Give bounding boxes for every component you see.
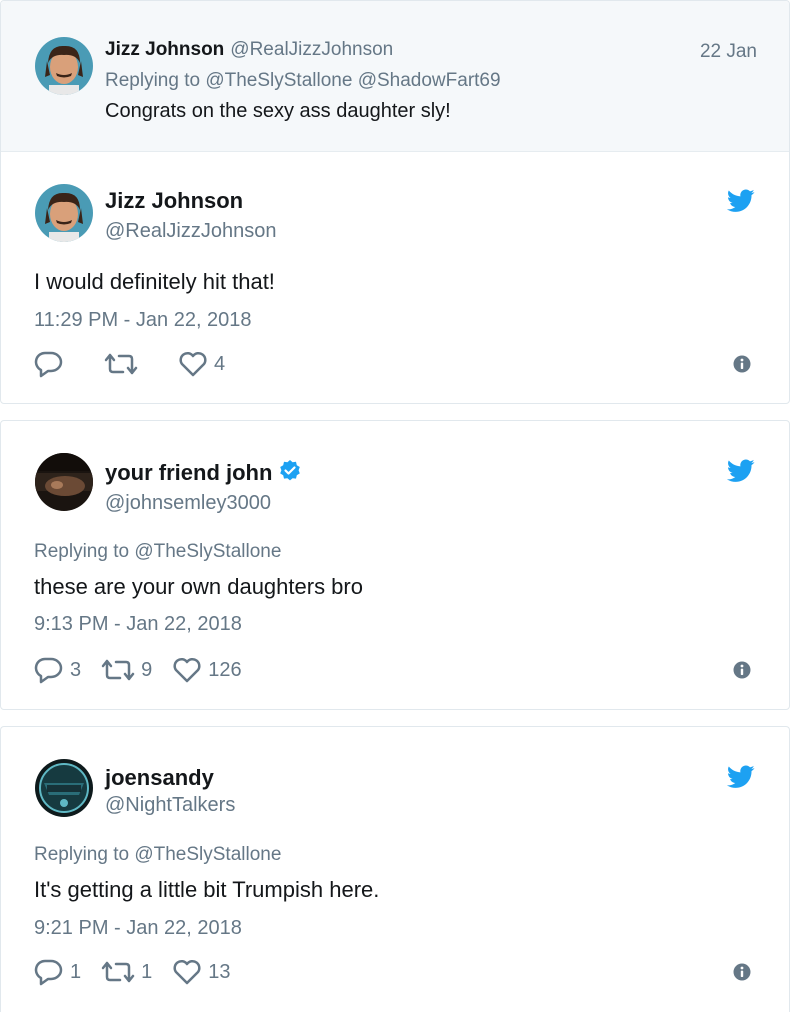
retweet-icon [101,961,135,983]
like-icon [179,351,207,377]
twitter-bird-icon[interactable] [727,765,755,789]
tweet-actions: 3 9 126 [34,655,262,685]
twitter-bird-icon[interactable] [727,459,755,483]
reply-icon [34,351,63,378]
parent-author-handle[interactable]: @RealJizzJohnson [230,39,393,60]
like-icon [173,959,201,985]
reply-button[interactable]: 1 [34,958,81,986]
reply-count: 1 [70,960,82,983]
like-button[interactable]: 13 [172,959,231,985]
parent-tweet[interactable]: Jizz Johnson @RealJizzJohnson 22 Jan Repl… [1,1,789,152]
parent-date[interactable]: 22 Jan [700,41,757,63]
tweet-card-2: your friend john @johnsemley3000 Replyin… [0,420,790,710]
reply-button[interactable] [34,350,70,378]
info-icon[interactable] [733,355,751,373]
like-count: 13 [208,960,231,983]
tweet-actions: 1 1 13 [34,957,251,987]
tweet-timestamp[interactable]: 9:21 PM - Jan 22, 2018 [34,917,242,940]
tweet-text: these are your own daughters bro [34,574,363,599]
tweet-text: It's getting a little bit Trumpish here. [34,877,380,902]
tweet-card-3: joensandy @NightTalkers Replying to @The… [0,726,790,1012]
author-name[interactable]: joensandy [105,765,214,791]
info-icon[interactable] [733,963,751,981]
twitter-bird-icon[interactable] [727,189,755,213]
tweet-timestamp[interactable]: 9:13 PM - Jan 22, 2018 [34,613,242,636]
like-button[interactable]: 4 [178,351,225,377]
like-button[interactable]: 126 [172,657,242,683]
author-name[interactable]: Jizz Johnson [105,188,243,214]
retweet-button[interactable]: 9 [101,657,152,683]
retweet-button[interactable]: 1 [101,959,152,985]
retweet-button[interactable] [104,351,144,377]
reply-button[interactable]: 3 [34,656,81,684]
parent-replying-to: Replying to @TheSlyStallone @ShadowFart6… [105,70,501,91]
avatar[interactable] [35,759,93,817]
avatar[interactable] [35,37,93,95]
reply-icon [34,657,63,684]
replying-to[interactable]: Replying to @TheSlyStallone [34,844,281,866]
parent-author[interactable]: Jizz Johnson @RealJizzJohnson [105,39,393,61]
tweet-card-1: Jizz Johnson @RealJizzJohnson 22 Jan Repl… [0,0,790,404]
author-handle[interactable]: @NightTalkers [105,794,235,817]
avatar[interactable] [35,453,93,511]
tweet-actions: 4 [34,349,245,379]
retweet-icon [101,659,135,681]
reply-count: 3 [70,658,82,681]
tweet-text: I would definitely hit that! [34,269,275,294]
retweet-count: 1 [141,960,153,983]
retweet-count: 9 [141,658,153,681]
like-icon [173,657,201,683]
author-handle[interactable]: @RealJizzJohnson [105,220,277,243]
replying-to[interactable]: Replying to @TheSlyStallone [34,541,281,563]
reply-icon [34,959,63,986]
author-handle[interactable]: @johnsemley3000 [105,492,271,515]
info-icon[interactable] [733,661,751,679]
like-count: 126 [208,658,242,681]
verified-badge-icon [280,460,301,481]
parent-tweet-text: Congrats on the sexy ass daughter sly! [105,100,451,122]
retweet-icon [104,353,138,375]
author-name-row[interactable]: your friend john [105,459,302,486]
avatar[interactable] [35,184,93,242]
author-name[interactable]: your friend john [105,460,272,485]
parent-author-name[interactable]: Jizz Johnson [105,39,224,60]
like-count: 4 [214,352,226,375]
tweet-timestamp[interactable]: 11:29 PM - Jan 22, 2018 [34,309,252,332]
